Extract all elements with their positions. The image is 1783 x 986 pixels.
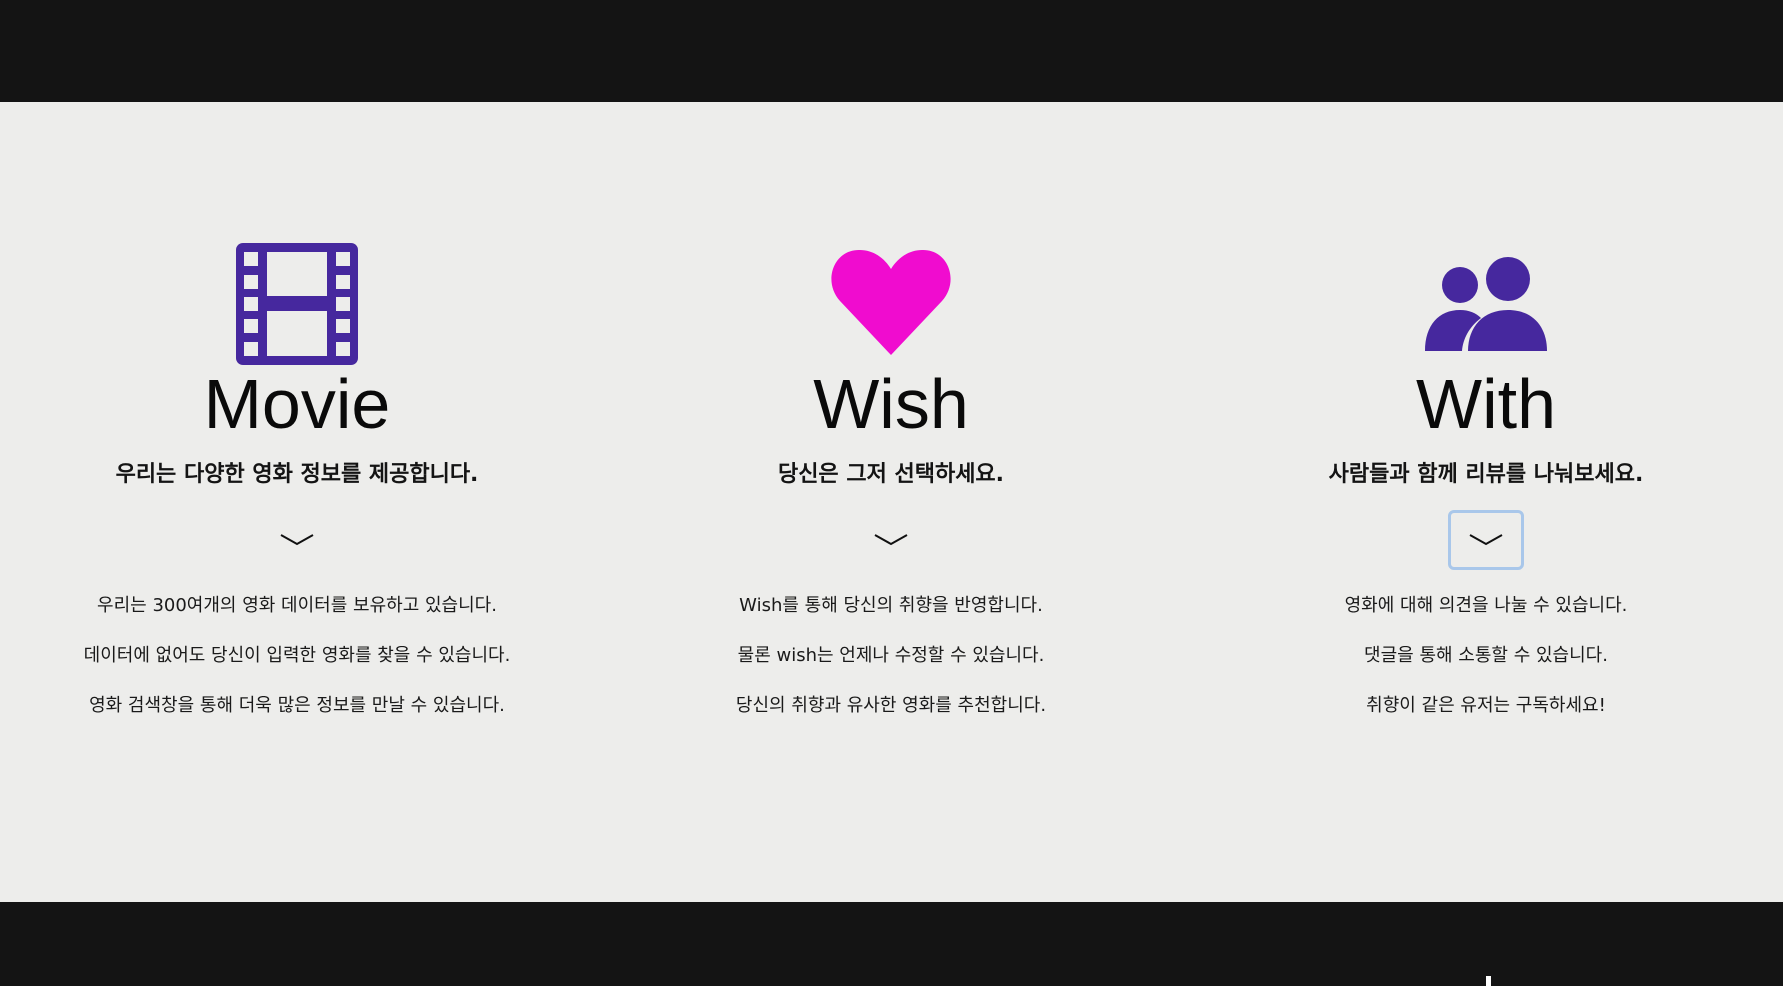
feature-subtitle: 사람들과 함께 리뷰를 나눠보세요. (1328, 462, 1644, 487)
feature-title: Movie (203, 365, 391, 443)
feature-card-wish: Wish 당신은 그저 선택하세요. Wish를 통해 당신의 취향을 반영합니… (594, 102, 1188, 902)
detail-line: 영화에 대해 의견을 나눌 수 있습니다. (1344, 595, 1628, 616)
film-icon (236, 243, 358, 365)
feature-subtitle: 당신은 그저 선택하세요. (777, 462, 1005, 487)
detail-line: 댓글을 통해 소통할 수 있습니다. (1364, 645, 1608, 666)
features-section: Movie 우리는 다양한 영화 정보를 제공합니다. 우리는 300여개의 영… (0, 102, 1783, 902)
detail-line: 당신의 취향과 유사한 영화를 추천합니다. (735, 695, 1047, 716)
chevron-down-icon (280, 534, 314, 546)
feature-detail-list: 영화에 대해 의견을 나눌 수 있습니다. 댓글을 통해 소통할 수 있습니다.… (1189, 588, 1783, 738)
feature-detail-list: Wish를 통해 당신의 취향을 반영합니다. 물론 wish는 언제나 수정할… (594, 588, 1188, 738)
expand-button[interactable] (853, 510, 929, 570)
chevron-down-icon (1469, 534, 1503, 546)
feature-title: Wish (813, 365, 969, 443)
top-navbar (0, 0, 1783, 102)
expand-button[interactable] (259, 510, 335, 570)
detail-line: 취향이 같은 유저는 구독하세요! (1366, 695, 1606, 716)
chevron-down-icon (874, 534, 908, 546)
detail-line: 데이터에 없어도 당신이 입력한 영화를 찾을 수 있습니다. (83, 645, 511, 666)
footer-fragment (1486, 976, 1491, 986)
feature-detail-list: 우리는 300여개의 영화 데이터를 보유하고 있습니다. 데이터에 없어도 당… (0, 588, 594, 738)
footer-bar (0, 902, 1783, 986)
feature-subtitle: 우리는 다양한 영화 정보를 제공합니다. (115, 462, 479, 487)
users-icon (1425, 243, 1547, 365)
detail-line: 영화 검색창을 통해 더욱 많은 정보를 만날 수 있습니다. (89, 695, 505, 716)
detail-line: 물론 wish는 언제나 수정할 수 있습니다. (737, 645, 1045, 666)
detail-line: Wish를 통해 당신의 취향을 반영합니다. (739, 595, 1043, 616)
expand-button[interactable] (1448, 510, 1524, 570)
heart-icon (830, 243, 952, 365)
detail-line: 우리는 300여개의 영화 데이터를 보유하고 있습니다. (97, 595, 497, 616)
feature-title: With (1416, 365, 1556, 443)
feature-card-with: With 사람들과 함께 리뷰를 나눠보세요. 영화에 대해 의견을 나눌 수 … (1189, 102, 1783, 902)
feature-card-movie: Movie 우리는 다양한 영화 정보를 제공합니다. 우리는 300여개의 영… (0, 102, 594, 902)
